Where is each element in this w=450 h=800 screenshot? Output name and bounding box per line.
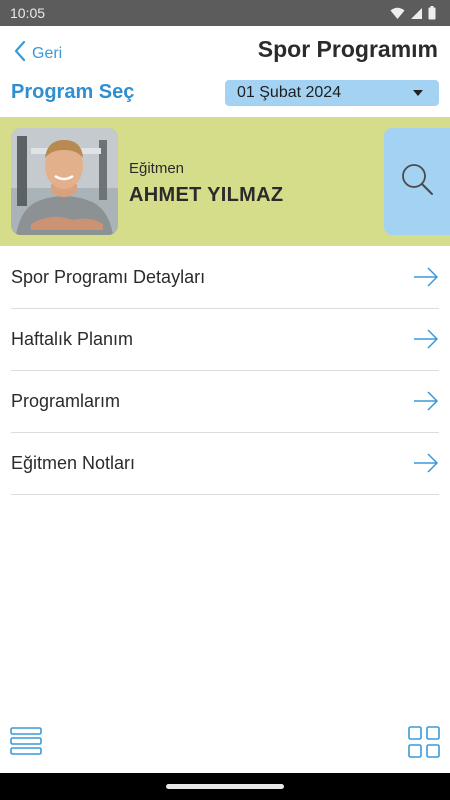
menu-item-my-programs[interactable]: Programlarım	[11, 371, 439, 433]
grid-icon[interactable]	[408, 726, 440, 763]
search-icon	[400, 162, 434, 201]
arrow-right-icon	[413, 390, 439, 417]
menu-item-program-details[interactable]: Spor Programı Detayları	[11, 247, 439, 309]
trainer-name: AHMET YILMAZ	[129, 184, 284, 206]
search-button[interactable]	[384, 128, 450, 235]
trainer-role: Eğitmen	[129, 160, 185, 177]
program-select-label: Program Seç	[11, 81, 135, 103]
home-indicator[interactable]	[166, 784, 284, 789]
chevron-left-icon	[14, 40, 26, 67]
menu-item-weekly-plan[interactable]: Haftalık Planım	[11, 309, 439, 371]
trainer-avatar	[11, 128, 118, 235]
wifi-icon	[390, 7, 405, 25]
menu-item-label: Haftalık Planım	[11, 329, 134, 349]
date-select[interactable]: 01 Şubat 2024	[225, 80, 439, 106]
status-time: 10:05	[10, 5, 46, 21]
date-select-value: 01 Şubat 2024	[237, 84, 342, 101]
status-icons	[390, 6, 436, 25]
app-header: Geri Spor Programım Program Seç 01 Şubat…	[0, 26, 450, 116]
menu-item-trainer-notes[interactable]: Eğitmen Notları	[11, 433, 439, 495]
list-menu-icon[interactable]	[10, 726, 42, 761]
back-button-label: Geri	[32, 44, 63, 62]
signal-icon	[410, 7, 423, 25]
page-title: Spor Programım	[257, 36, 438, 62]
dropdown-caret-icon	[413, 90, 423, 96]
menu-list: Spor Programı Detayları Haftalık Planım …	[0, 247, 450, 495]
trainer-card: Eğitmen AHMET YILMAZ	[0, 117, 450, 246]
arrow-right-icon	[413, 452, 439, 479]
status-bar: 10:05	[0, 0, 450, 26]
arrow-right-icon	[413, 266, 439, 293]
back-button[interactable]: Geri	[14, 40, 62, 67]
system-nav-bar	[0, 773, 450, 800]
bottom-toolbar	[0, 718, 450, 770]
menu-item-label: Eğitmen Notları	[11, 453, 136, 473]
arrow-right-icon	[413, 328, 439, 355]
menu-item-label: Spor Programı Detayları	[11, 267, 206, 287]
menu-item-label: Programlarım	[11, 391, 121, 411]
battery-icon	[428, 6, 436, 25]
